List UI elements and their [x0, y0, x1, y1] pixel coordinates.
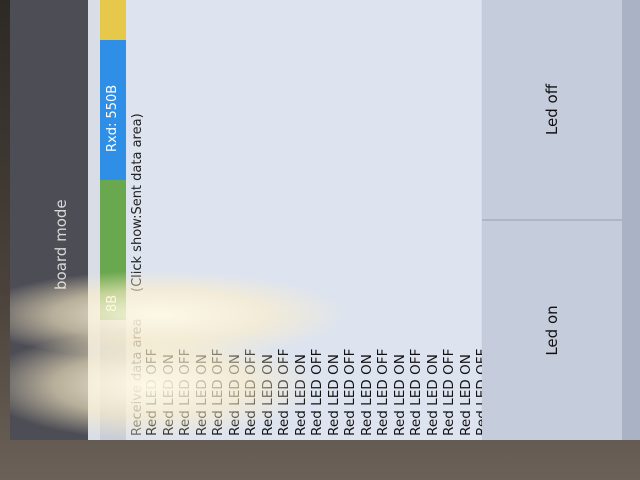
received-line: Red LED OFF: [276, 348, 292, 436]
data-area-hint: (Click show:Sent data area): [130, 113, 145, 292]
received-line: Red LED ON: [358, 354, 375, 436]
receive-data-label: Receive data area: [130, 318, 145, 436]
received-line: Red LED OFF: [342, 348, 358, 436]
received-line: Red LED ON: [259, 354, 276, 436]
received-line: Red LED OFF: [177, 348, 193, 436]
rx-counter: Rxd: 550B: [100, 40, 126, 180]
received-line: Red LED OFF: [309, 348, 325, 436]
led-on-button[interactable]: Led on: [482, 219, 622, 440]
button-row: Led on Led off: [482, 0, 622, 440]
received-line: Red LED ON: [193, 354, 210, 436]
rx-counter-text: Rxd: 550B: [105, 84, 120, 152]
received-line: Red LED ON: [325, 354, 342, 436]
received-line: Red LED ON: [292, 354, 309, 436]
received-line: Red LED OFF: [144, 348, 160, 436]
phone-screen: board mode 8B Rxd: 550B Receive data are…: [10, 0, 640, 440]
tx-counter-text: 8B: [105, 294, 120, 312]
received-line: Red LED OFF: [408, 348, 424, 436]
page-title: board mode: [52, 199, 70, 290]
led-off-button[interactable]: Led off: [482, 0, 622, 219]
received-line: Red LED ON: [160, 354, 177, 436]
received-line: Red LED OFF: [243, 348, 259, 436]
received-line: Red LED ON: [226, 354, 243, 436]
received-line: Red LED OFF: [441, 348, 457, 436]
led-on-label: Led on: [543, 305, 561, 356]
title-bar: board mode: [10, 0, 88, 440]
received-line: Red LED ON: [457, 354, 474, 436]
rotated-app: board mode 8B Rxd: 550B Receive data are…: [10, 0, 640, 440]
tx-counter: 8B: [100, 180, 126, 320]
status-blank: [100, 320, 126, 440]
received-line: Red LED ON: [424, 354, 441, 436]
received-line: Red LED ON: [391, 354, 408, 436]
led-off-label: Led off: [543, 83, 561, 136]
status-yellow: [100, 0, 126, 40]
receive-data-area[interactable]: Receive data area (Click show:Sent data …: [126, 0, 490, 440]
bottom-strip: [622, 0, 640, 440]
received-line: Red LED OFF: [375, 348, 391, 436]
received-lines: Red LED OFF Red LED ON Red LED OFF Red LED …: [144, 286, 491, 436]
status-strip: 8B Rxd: 550B: [100, 0, 126, 440]
received-line: Red LED OFF: [210, 348, 226, 436]
